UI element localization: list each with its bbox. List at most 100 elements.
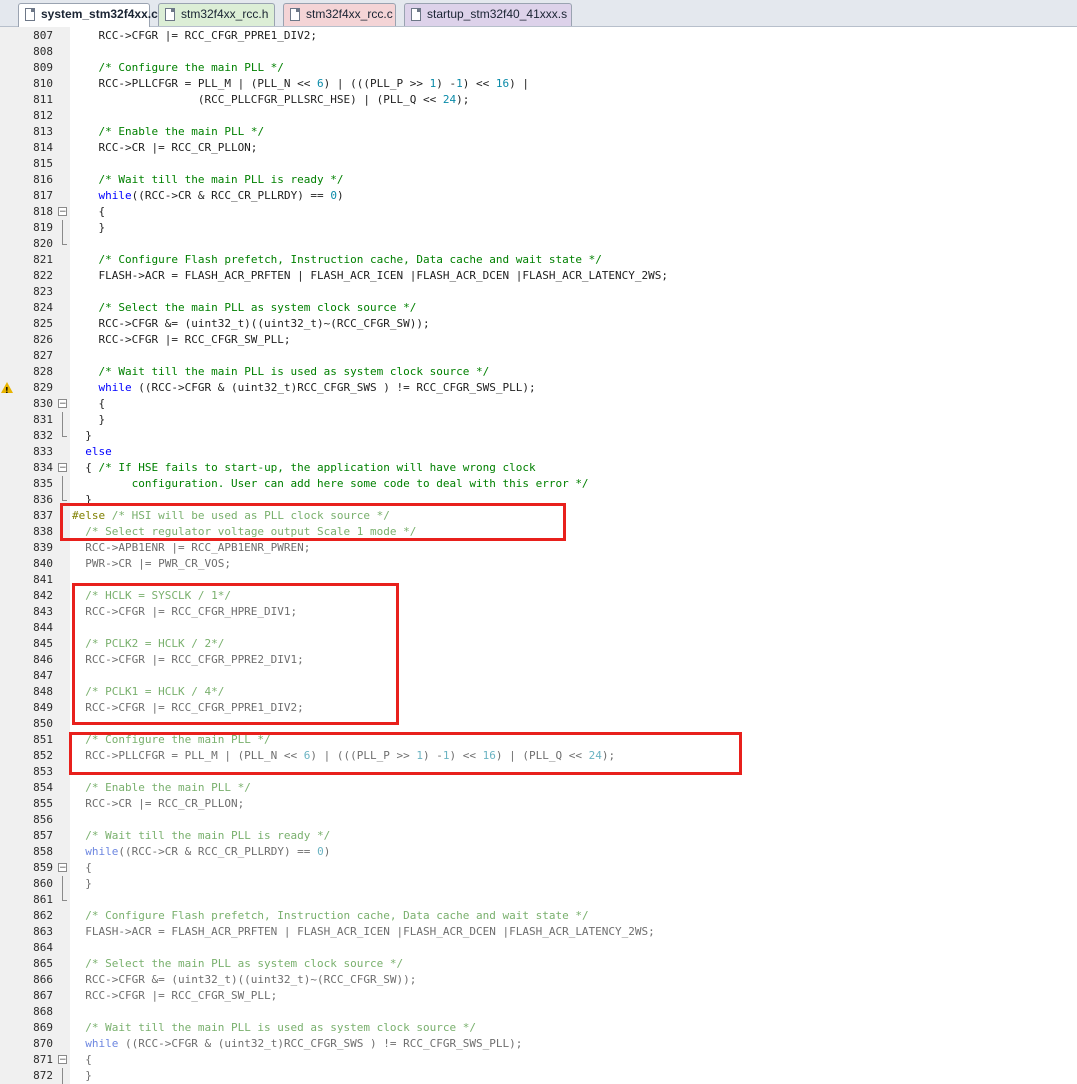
- code-line[interactable]: 859 {: [0, 860, 1077, 876]
- code-line[interactable]: 821 /* Configure Flash prefetch, Instruc…: [0, 252, 1077, 268]
- tab-stm32f4xx-rcc-h[interactable]: stm32f4xx_rcc.h: [158, 3, 275, 26]
- code-text[interactable]: RCC->CFGR |= RCC_CFGR_PPRE1_DIV2;: [72, 28, 317, 44]
- code-line[interactable]: 829 while ((RCC->CFGR & (uint32_t)RCC_CF…: [0, 380, 1077, 399]
- code-line[interactable]: 820: [0, 236, 1077, 252]
- code-text[interactable]: }: [72, 220, 105, 236]
- fold-collapse-icon[interactable]: [58, 396, 67, 412]
- code-text[interactable]: /* Enable the main PLL */: [72, 780, 251, 796]
- code-text[interactable]: }: [72, 876, 92, 892]
- code-text[interactable]: RCC->CFGR |= RCC_CFGR_SW_PLL;: [72, 988, 277, 1004]
- code-line[interactable]: 839 RCC->APB1ENR |= RCC_APB1ENR_PWREN;: [0, 540, 1077, 556]
- tab-startup-stm32f40-41xxx-s[interactable]: startup_stm32f40_41xxx.s: [404, 3, 572, 26]
- code-text[interactable]: while ((RCC->CFGR & (uint32_t)RCC_CFGR_S…: [72, 1036, 522, 1052]
- code-line[interactable]: 865 /* Select the main PLL as system clo…: [0, 956, 1077, 972]
- code-line[interactable]: 867 RCC->CFGR |= RCC_CFGR_SW_PLL;: [0, 988, 1077, 1004]
- code-line[interactable]: 832 }: [0, 428, 1077, 444]
- code-line[interactable]: 824 /* Select the main PLL as system clo…: [0, 300, 1077, 316]
- code-text[interactable]: RCC->CR |= RCC_CR_PLLON;: [72, 140, 257, 156]
- code-text[interactable]: {: [72, 1052, 92, 1068]
- code-text[interactable]: (RCC_PLLCFGR_PLLSRC_HSE) | (PLL_Q << 24)…: [72, 92, 470, 108]
- code-text[interactable]: /* Select the main PLL as system clock s…: [72, 956, 403, 972]
- code-text[interactable]: { /* If HSE fails to start-up, the appli…: [72, 460, 535, 476]
- code-text[interactable]: /* Wait till the main PLL is ready */: [72, 172, 344, 188]
- code-text[interactable]: /* Wait till the main PLL is used as sys…: [72, 1020, 476, 1036]
- code-text[interactable]: /* Configure the main PLL */: [72, 60, 284, 76]
- code-text[interactable]: configuration. User can add here some co…: [72, 476, 589, 492]
- code-line[interactable]: 858 while((RCC->CR & RCC_CR_PLLRDY) == 0…: [0, 844, 1077, 860]
- code-line[interactable]: 861: [0, 892, 1077, 908]
- code-line[interactable]: 833 else: [0, 444, 1077, 460]
- code-text[interactable]: /* Configure Flash prefetch, Instruction…: [72, 908, 588, 924]
- code-text[interactable]: RCC->APB1ENR |= RCC_APB1ENR_PWREN;: [72, 540, 310, 556]
- code-text[interactable]: while ((RCC->CFGR & (uint32_t)RCC_CFGR_S…: [72, 380, 536, 396]
- code-line[interactable]: 817 while((RCC->CR & RCC_CR_PLLRDY) == 0…: [0, 188, 1077, 204]
- code-text[interactable]: else: [72, 444, 112, 460]
- code-text[interactable]: /* Wait till the main PLL is used as sys…: [72, 364, 490, 380]
- code-line[interactable]: 862 /* Configure Flash prefetch, Instruc…: [0, 908, 1077, 924]
- code-line[interactable]: 818 {: [0, 204, 1077, 220]
- code-text[interactable]: /* Select the main PLL as system clock s…: [72, 300, 417, 316]
- code-line[interactable]: 835 configuration. User can add here som…: [0, 476, 1077, 492]
- code-text[interactable]: while((RCC->CR & RCC_CR_PLLRDY) == 0): [72, 188, 344, 204]
- code-text[interactable]: while((RCC->CR & RCC_CR_PLLRDY) == 0): [72, 844, 330, 860]
- code-line[interactable]: 810 RCC->PLLCFGR = PLL_M | (PLL_N << 6) …: [0, 76, 1077, 92]
- code-line[interactable]: 869 /* Wait till the main PLL is used as…: [0, 1020, 1077, 1036]
- code-text[interactable]: {: [72, 860, 92, 876]
- code-line[interactable]: 807 RCC->CFGR |= RCC_CFGR_PPRE1_DIV2;: [0, 28, 1077, 44]
- code-text[interactable]: RCC->CFGR |= RCC_CFGR_SW_PLL;: [72, 332, 290, 348]
- code-line[interactable]: 854 /* Enable the main PLL */: [0, 780, 1077, 796]
- fold-collapse-icon[interactable]: [58, 1052, 67, 1068]
- code-text[interactable]: {: [72, 396, 105, 412]
- tab-stm32f4xx-rcc-c[interactable]: stm32f4xx_rcc.c: [283, 3, 396, 26]
- code-text[interactable]: RCC->CFGR &= (uint32_t)((uint32_t)~(RCC_…: [72, 316, 429, 332]
- code-line[interactable]: 856: [0, 812, 1077, 828]
- fold-collapse-icon[interactable]: [58, 860, 67, 876]
- code-line[interactable]: 812: [0, 108, 1077, 124]
- code-text[interactable]: RCC->CFGR &= (uint32_t)((uint32_t)~(RCC_…: [72, 972, 416, 988]
- code-line[interactable]: 813 /* Enable the main PLL */: [0, 124, 1077, 140]
- code-line[interactable]: 857 /* Wait till the main PLL is ready *…: [0, 828, 1077, 844]
- code-text[interactable]: }: [72, 428, 92, 444]
- code-line[interactable]: 823: [0, 284, 1077, 300]
- code-text[interactable]: /* Wait till the main PLL is ready */: [72, 828, 330, 844]
- code-line[interactable]: 868: [0, 1004, 1077, 1020]
- code-line[interactable]: 860 }: [0, 876, 1077, 892]
- code-line[interactable]: 816 /* Wait till the main PLL is ready *…: [0, 172, 1077, 188]
- code-line[interactable]: 814 RCC->CR |= RCC_CR_PLLON;: [0, 140, 1077, 156]
- code-text[interactable]: RCC->PLLCFGR = PLL_M | (PLL_N << 6) | ((…: [72, 76, 529, 92]
- code-line[interactable]: 855 RCC->CR |= RCC_CR_PLLON;: [0, 796, 1077, 812]
- code-text[interactable]: }: [72, 1068, 92, 1084]
- code-text[interactable]: PWR->CR |= PWR_CR_VOS;: [72, 556, 231, 572]
- fold-collapse-icon[interactable]: [58, 460, 67, 476]
- code-line[interactable]: 840 PWR->CR |= PWR_CR_VOS;: [0, 556, 1077, 572]
- code-line[interactable]: 871 {: [0, 1052, 1077, 1068]
- code-line[interactable]: 808: [0, 44, 1077, 60]
- code-text[interactable]: FLASH->ACR = FLASH_ACR_PRFTEN | FLASH_AC…: [72, 268, 668, 284]
- code-line[interactable]: 826 RCC->CFGR |= RCC_CFGR_SW_PLL;: [0, 332, 1077, 348]
- code-line[interactable]: 825 RCC->CFGR &= (uint32_t)((uint32_t)~(…: [0, 316, 1077, 332]
- code-line[interactable]: 828 /* Wait till the main PLL is used as…: [0, 364, 1077, 380]
- code-text[interactable]: FLASH->ACR = FLASH_ACR_PRFTEN | FLASH_AC…: [72, 924, 655, 940]
- code-line[interactable]: 822 FLASH->ACR = FLASH_ACR_PRFTEN | FLAS…: [0, 268, 1077, 284]
- code-line[interactable]: 864: [0, 940, 1077, 956]
- code-text[interactable]: {: [72, 204, 105, 220]
- tab-system-stm32f4xx-c[interactable]: system_stm32f4xx.c: [18, 3, 158, 27]
- code-text[interactable]: RCC->CR |= RCC_CR_PLLON;: [72, 796, 244, 812]
- code-line[interactable]: 872 }: [0, 1068, 1077, 1084]
- code-line[interactable]: 827: [0, 348, 1077, 364]
- code-text[interactable]: /* Configure Flash prefetch, Instruction…: [72, 252, 602, 268]
- code-line[interactable]: 831 }: [0, 412, 1077, 428]
- code-line[interactable]: 866 RCC->CFGR &= (uint32_t)((uint32_t)~(…: [0, 972, 1077, 988]
- code-line[interactable]: 815: [0, 156, 1077, 172]
- code-editor[interactable]: 807 RCC->CFGR |= RCC_CFGR_PPRE1_DIV2; 808…: [0, 28, 1077, 1084]
- code-line[interactable]: 863 FLASH->ACR = FLASH_ACR_PRFTEN | FLAS…: [0, 924, 1077, 940]
- fold-collapse-icon[interactable]: [58, 204, 67, 220]
- code-line[interactable]: 834 { /* If HSE fails to start-up, the a…: [0, 460, 1077, 476]
- code-line[interactable]: 811 (RCC_PLLCFGR_PLLSRC_HSE) | (PLL_Q <<…: [0, 92, 1077, 108]
- code-text[interactable]: /* Enable the main PLL */: [72, 124, 265, 140]
- code-line[interactable]: 870 while ((RCC->CFGR & (uint32_t)RCC_CF…: [0, 1036, 1077, 1052]
- code-line[interactable]: 819 }: [0, 220, 1077, 236]
- code-text[interactable]: }: [72, 412, 105, 428]
- code-line[interactable]: 830 {: [0, 396, 1077, 412]
- code-line[interactable]: 809 /* Configure the main PLL */: [0, 60, 1077, 76]
